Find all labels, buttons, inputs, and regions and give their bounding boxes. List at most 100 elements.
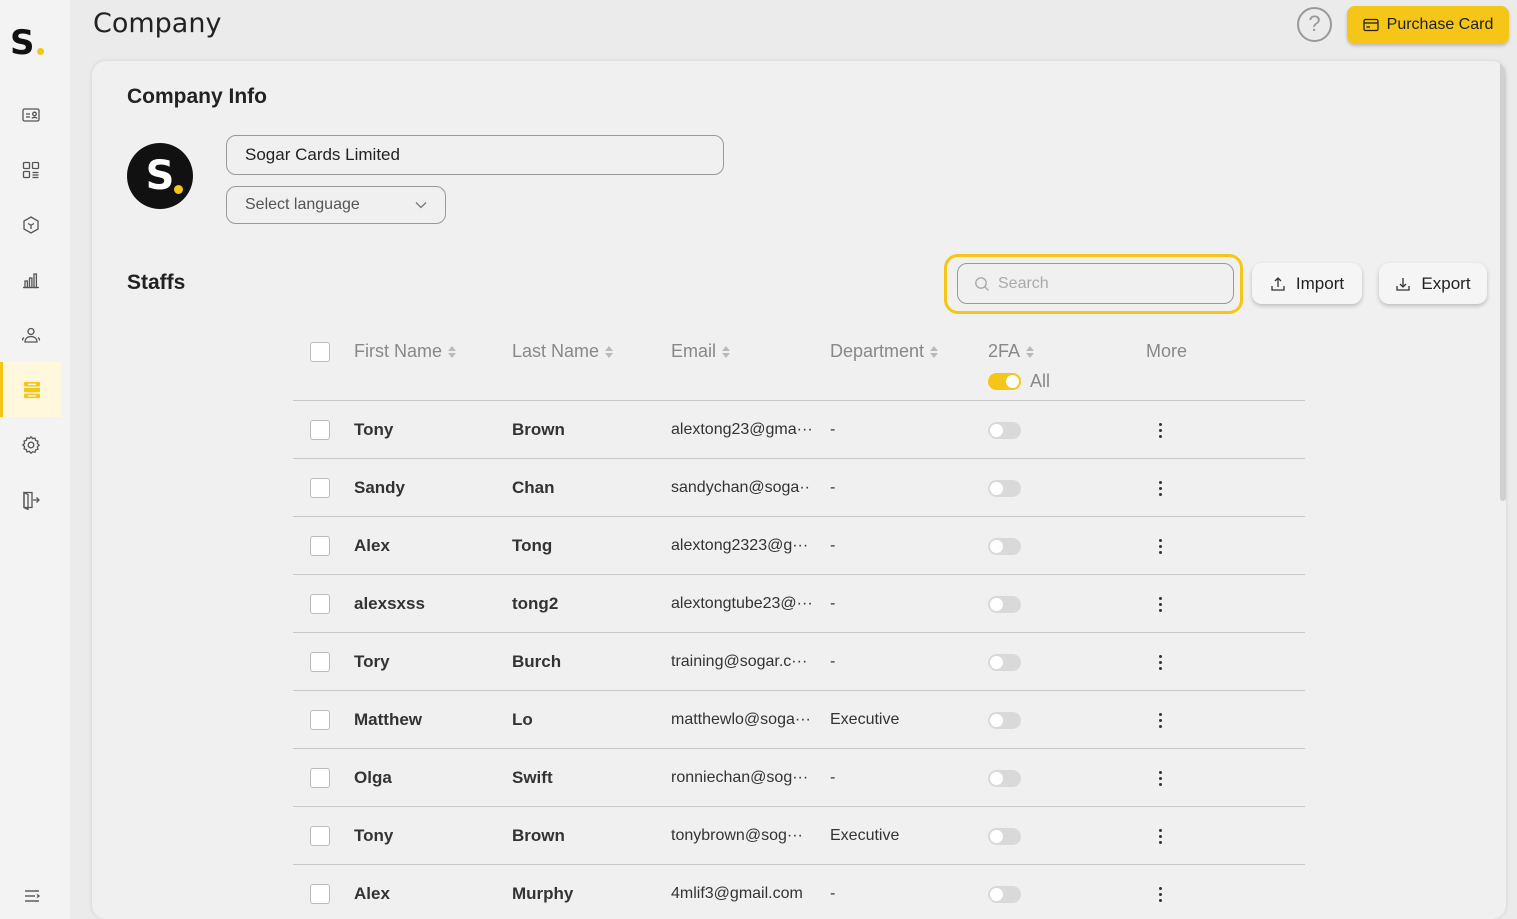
menu-collapse-icon[interactable] bbox=[22, 886, 42, 906]
table-row[interactable]: Matthew Lo matthewlo@soga··· Executive bbox=[293, 691, 1305, 749]
email-cell: training@sogar.c··· bbox=[671, 653, 808, 670]
column-department[interactable]: Department bbox=[830, 341, 939, 362]
row-checkbox[interactable] bbox=[310, 865, 330, 919]
cube-icon[interactable] bbox=[0, 197, 61, 252]
company-name-input[interactable] bbox=[226, 135, 724, 175]
table-body: Tony Brown alextong23@gma··· - Sandy Cha… bbox=[293, 401, 1305, 919]
2fa-toggle[interactable] bbox=[988, 711, 1021, 729]
select-all-checkbox[interactable] bbox=[310, 342, 330, 362]
row-checkbox[interactable] bbox=[310, 517, 330, 575]
2fa-toggle-cell bbox=[988, 633, 1021, 691]
2fa-toggle[interactable] bbox=[988, 653, 1021, 671]
row-checkbox[interactable] bbox=[310, 691, 330, 749]
users-icon[interactable] bbox=[0, 307, 61, 362]
row-checkbox[interactable] bbox=[310, 633, 330, 691]
table-row[interactable]: Alex Tong alextong2323@g··· - bbox=[293, 517, 1305, 575]
company-info-title: Company Info bbox=[127, 85, 267, 108]
table-row[interactable]: Tony Brown alextong23@gma··· - bbox=[293, 401, 1305, 459]
more-options-icon[interactable] bbox=[1150, 768, 1170, 788]
column-last-name[interactable]: Last Name bbox=[512, 341, 614, 362]
2fa-toggle-cell bbox=[988, 807, 1021, 865]
logout-icon[interactable] bbox=[0, 472, 61, 527]
column-more-label: More bbox=[1146, 341, 1188, 361]
table-row[interactable]: Sandy Chan sandychan@soga··· - bbox=[293, 459, 1305, 517]
help-icon[interactable]: ? bbox=[1297, 7, 1332, 42]
id-card-icon[interactable] bbox=[0, 87, 61, 142]
column-first-name[interactable]: First Name bbox=[354, 341, 457, 362]
credit-card-icon bbox=[1362, 18, 1379, 32]
2fa-toggle-cell bbox=[988, 691, 1021, 749]
download-icon bbox=[1396, 277, 1411, 291]
table-row[interactable]: Olga Swift ronniechan@sog··· - bbox=[293, 749, 1305, 807]
page-title: Company bbox=[93, 8, 222, 39]
company-logo[interactable]: S bbox=[127, 143, 193, 209]
first-name-cell: Matthew bbox=[354, 710, 422, 729]
email-cell: tonybrown@sog··· bbox=[671, 827, 803, 844]
more-cell bbox=[1150, 401, 1170, 459]
more-options-icon[interactable] bbox=[1150, 478, 1170, 498]
table-header: First Name Last Name Email Department 2F… bbox=[293, 329, 1305, 401]
table-row[interactable]: Tony Brown tonybrown@sog··· Executive bbox=[293, 807, 1305, 865]
2fa-toggle[interactable] bbox=[988, 827, 1021, 845]
2fa-all-filter[interactable]: All bbox=[988, 371, 1050, 392]
first-name-cell: alexsxss bbox=[354, 594, 425, 613]
first-name-cell: Alex bbox=[354, 884, 390, 903]
bar-chart-icon[interactable] bbox=[0, 252, 61, 307]
2fa-toggle[interactable] bbox=[988, 595, 1021, 613]
email-cell: alextong23@gma··· bbox=[671, 421, 811, 438]
table-row[interactable]: Alex Murphy 4mlif3@gmail.com - bbox=[293, 865, 1305, 919]
table-row[interactable]: Tory Burch training@sogar.c··· - bbox=[293, 633, 1305, 691]
row-checkbox[interactable] bbox=[310, 401, 330, 459]
scrollbar[interactable] bbox=[1500, 61, 1506, 501]
row-checkbox[interactable] bbox=[310, 459, 330, 517]
more-options-icon[interactable] bbox=[1150, 710, 1170, 730]
purchase-card-button[interactable]: Purchase Card bbox=[1347, 6, 1509, 44]
row-checkbox[interactable] bbox=[310, 807, 330, 865]
column-email[interactable]: Email bbox=[671, 341, 731, 362]
language-select[interactable]: Select language bbox=[226, 186, 446, 224]
row-checkbox[interactable] bbox=[310, 749, 330, 807]
2fa-toggle[interactable] bbox=[988, 537, 1021, 555]
more-options-icon[interactable] bbox=[1150, 826, 1170, 846]
search-input[interactable] bbox=[998, 274, 1217, 293]
2fa-toggle[interactable] bbox=[988, 421, 1021, 439]
sort-icon bbox=[1026, 345, 1035, 358]
app-logo[interactable]: S bbox=[10, 20, 55, 60]
company-icon[interactable] bbox=[0, 362, 61, 417]
table-row[interactable]: alexsxss tong2 alextongtube23@··· - bbox=[293, 575, 1305, 633]
export-button[interactable]: Export bbox=[1379, 263, 1487, 304]
search-field[interactable] bbox=[957, 263, 1234, 304]
2fa-toggle-cell bbox=[988, 575, 1021, 633]
more-options-icon[interactable] bbox=[1150, 594, 1170, 614]
sort-icon bbox=[448, 345, 457, 358]
more-cell bbox=[1150, 691, 1170, 749]
settings-icon[interactable] bbox=[0, 417, 61, 472]
import-button[interactable]: Import bbox=[1252, 263, 1362, 304]
first-name-cell: Sandy bbox=[354, 478, 406, 497]
row-checkbox[interactable] bbox=[310, 575, 330, 633]
column-2fa-label: 2FA bbox=[988, 341, 1021, 361]
2fa-all-toggle[interactable] bbox=[988, 373, 1021, 390]
more-options-icon[interactable] bbox=[1150, 536, 1170, 556]
staffs-title: Staffs bbox=[127, 271, 186, 294]
more-options-icon[interactable] bbox=[1150, 884, 1170, 904]
2fa-toggle[interactable] bbox=[988, 479, 1021, 497]
department-cell: - bbox=[830, 885, 836, 902]
more-options-icon[interactable] bbox=[1150, 420, 1170, 440]
upload-icon bbox=[1271, 276, 1285, 291]
2fa-all-label: All bbox=[1030, 371, 1051, 391]
dashboard-icon[interactable] bbox=[0, 142, 61, 197]
more-options-icon[interactable] bbox=[1150, 652, 1170, 672]
2fa-toggle[interactable] bbox=[988, 885, 1021, 903]
company-logo-letter: S bbox=[145, 153, 175, 199]
2fa-toggle[interactable] bbox=[988, 769, 1021, 787]
last-name-cell: Swift bbox=[512, 768, 553, 787]
logo-letter: S bbox=[10, 23, 35, 63]
last-name-cell: Brown bbox=[512, 420, 565, 439]
last-name-cell: Tong bbox=[512, 536, 553, 555]
column-last-name-label: Last Name bbox=[512, 341, 600, 361]
column-2fa[interactable]: 2FA bbox=[988, 341, 1035, 362]
first-name-cell: Tony bbox=[354, 420, 394, 439]
column-email-label: Email bbox=[671, 341, 717, 361]
more-cell bbox=[1150, 749, 1170, 807]
